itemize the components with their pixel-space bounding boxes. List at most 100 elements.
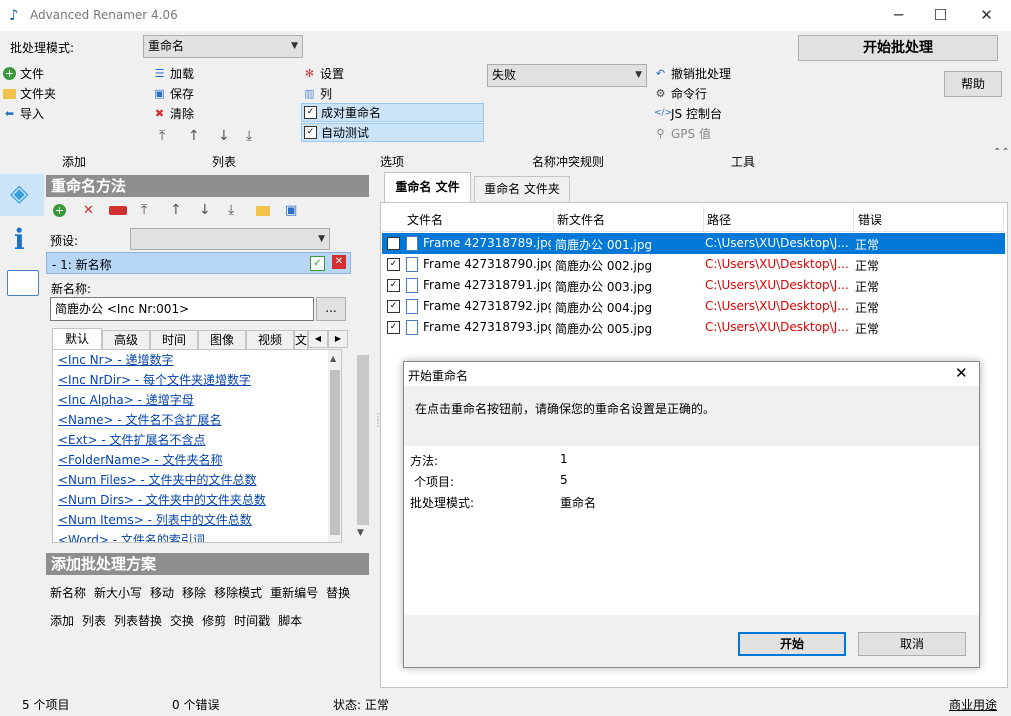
tag-link[interactable]: <Inc Nr> - 递增数字 [58, 351, 323, 371]
row-checkbox[interactable]: ✓ [387, 279, 400, 292]
js-console-button[interactable]: </> JS 控制台 [654, 105, 722, 122]
tab-scroll-right[interactable]: ▶ [328, 330, 348, 348]
scroll-up-icon[interactable]: ▲ [330, 354, 336, 363]
tag-list-scrollbar[interactable]: ▲ [328, 350, 341, 542]
batch-method-button[interactable]: 列表替换 [114, 612, 162, 629]
tab-image[interactable]: 图像 [198, 330, 246, 350]
tag-link[interactable]: <Inc Alpha> - 递增字母 [58, 391, 323, 411]
clear-methods-icon[interactable] [109, 206, 127, 215]
methods-panel-tab[interactable]: ◈ [0, 174, 44, 216]
batch-method-button[interactable]: 移动 [150, 584, 174, 601]
row-checkbox[interactable]: ✓ [387, 237, 400, 250]
insert-tag-button[interactable]: ... [316, 297, 346, 321]
method-enabled-checkbox[interactable]: ✓ [310, 256, 325, 271]
dialog-close-icon[interactable]: ✕ [955, 364, 968, 382]
preset-select[interactable]: ▼ [130, 228, 330, 250]
col-path[interactable]: 路径 [707, 211, 731, 228]
info-icon[interactable]: i [14, 223, 25, 256]
method-close-icon[interactable]: ✕ [332, 255, 346, 269]
batch-method-button[interactable]: 替换 [326, 584, 350, 601]
license-link[interactable]: 商业用途 [949, 696, 997, 713]
batch-method-button[interactable]: 交换 [170, 612, 194, 629]
move-bottom-icon[interactable]: ⤓ [246, 128, 252, 144]
batch-method-button[interactable]: 修剪 [202, 612, 226, 629]
col-filename[interactable]: 文件名 [407, 211, 443, 228]
dialog-start-button[interactable]: 开始 [738, 632, 846, 656]
file-row[interactable]: ✓ Frame 427318791.jpg 简鹿办公 003.jpg C:\Users… [382, 275, 1005, 296]
close-button[interactable]: ✕ [964, 0, 1009, 31]
scroll-thumb[interactable] [330, 370, 340, 535]
save-preset-icon[interactable]: ▣ [285, 203, 297, 218]
tab-default[interactable]: 默认 [52, 328, 102, 350]
pair-rename-toggle[interactable]: ✓ 成对重命名 [301, 103, 484, 122]
tag-link[interactable]: <FolderName> - 文件夹名称 [58, 451, 323, 471]
batch-method-button[interactable]: 移除模式 [214, 584, 262, 601]
tab-rename-files[interactable]: 重命名 文件 [384, 172, 471, 202]
row-checkbox[interactable]: ✓ [387, 300, 400, 313]
folder-panel-icon[interactable] [7, 270, 39, 296]
auto-test-toggle[interactable]: ✓ 自动测试 [301, 123, 484, 142]
name-conflict-select[interactable]: 失败 ▼ [487, 64, 647, 87]
new-name-input[interactable]: 简鹿办公 <Inc Nr:001> [50, 297, 314, 321]
method-header[interactable]: - 1: 新名称 ✓ ✕ [46, 252, 351, 274]
clear-button[interactable]: ✖ 清除 [153, 105, 194, 122]
remove-method-icon[interactable]: ✕ [83, 203, 94, 218]
collapse-ribbon-icon[interactable]: ⌃⌃ [993, 147, 1010, 158]
col-error[interactable]: 错误 [858, 211, 882, 228]
gps-button[interactable]: ⚲ GPS 值 [654, 125, 711, 142]
undo-batch-button[interactable]: ↶ 撤销批处理 [654, 65, 731, 82]
tag-link[interactable]: <Num Files> - 文件夹中的文件总数 [58, 471, 323, 491]
row-checkbox[interactable]: ✓ [387, 258, 400, 271]
file-row[interactable]: ✓ Frame 427318789.jpg 简鹿办公 001.jpg C:\Users… [382, 233, 1005, 254]
columns-button[interactable]: ▥ 列 [303, 85, 332, 102]
tab-advanced[interactable]: 高级 [102, 330, 150, 350]
method-move-top-icon[interactable]: ⤒ [141, 202, 147, 218]
add-file-button[interactable]: + 文件 [3, 65, 44, 82]
col-newname[interactable]: 新文件名 [557, 211, 605, 228]
settings-button[interactable]: ✻ 设置 [303, 65, 344, 82]
tag-link[interactable]: <Word> - 文件名的索引词 [58, 531, 323, 542]
help-button[interactable]: 帮助 [944, 71, 1002, 97]
move-up-icon[interactable]: ↑ [188, 128, 200, 144]
open-preset-icon[interactable] [256, 206, 270, 216]
left-panel-scrollbar[interactable] [357, 355, 369, 525]
tab-rename-folders[interactable]: 重命名 文件夹 [474, 176, 570, 202]
tab-video[interactable]: 视频 [246, 330, 294, 350]
batch-method-button[interactable]: 列表 [82, 612, 106, 629]
dialog-cancel-button[interactable]: 取消 [858, 632, 966, 656]
scroll-down-icon[interactable]: ▼ [357, 528, 364, 538]
add-method-icon[interactable]: + [53, 204, 66, 217]
file-row[interactable]: ✓ Frame 427318792.jpg 简鹿办公 004.jpg C:\Users… [382, 296, 1005, 317]
method-move-up-icon[interactable]: ↑ [170, 202, 182, 218]
file-row[interactable]: ✓ Frame 427318790.jpg 简鹿办公 002.jpg C:\Users… [382, 254, 1005, 275]
tag-link[interactable]: <Name> - 文件名不含扩展名 [58, 411, 323, 431]
move-down-icon[interactable]: ↓ [218, 128, 230, 144]
tag-link[interactable]: <Inc NrDir> - 每个文件夹递增数字 [58, 371, 323, 391]
start-batch-button[interactable]: 开始批处理 [798, 35, 998, 61]
tab-scroll-left[interactable]: ◀ [308, 330, 328, 348]
batch-method-button[interactable]: 新大小写 [94, 584, 142, 601]
tag-link[interactable]: <Num Items> - 列表中的文件总数 [58, 511, 323, 531]
batch-method-button[interactable]: 重新编号 [270, 584, 318, 601]
batch-method-button[interactable]: 新名称 [50, 584, 86, 601]
tab-more[interactable]: 文 [294, 330, 308, 350]
file-row[interactable]: ✓ Frame 427318793.jpg 简鹿办公 005.jpg C:\Users… [382, 317, 1005, 338]
method-move-bottom-icon[interactable]: ⤓ [228, 202, 234, 218]
batch-method-button[interactable]: 时间戳 [234, 612, 270, 629]
maximize-button[interactable]: ☐ [918, 0, 963, 31]
minimize-button[interactable]: ─ [876, 0, 921, 31]
batch-mode-select[interactable]: 重命名 ▼ [143, 35, 303, 58]
add-folder-button[interactable]: 文件夹 [3, 85, 56, 102]
batch-method-button[interactable]: 添加 [50, 612, 74, 629]
load-button[interactable]: ☰ 加载 [153, 65, 194, 82]
batch-method-button[interactable]: 脚本 [278, 612, 302, 629]
save-list-button[interactable]: ▣ 保存 [153, 85, 194, 102]
method-move-down-icon[interactable]: ↓ [199, 202, 211, 218]
cmdline-button[interactable]: ⚙ 命令行 [654, 85, 707, 102]
tab-time[interactable]: 时间 [150, 330, 198, 350]
tag-link[interactable]: <Num Dirs> - 文件夹中的文件夹总数 [58, 491, 323, 511]
move-top-icon[interactable]: ⤒ [159, 128, 165, 144]
import-button[interactable]: ⬅ 导入 [3, 105, 44, 122]
batch-method-button[interactable]: 移除 [182, 584, 206, 601]
tag-link[interactable]: <Ext> - 文件扩展名不含点 [58, 431, 323, 451]
